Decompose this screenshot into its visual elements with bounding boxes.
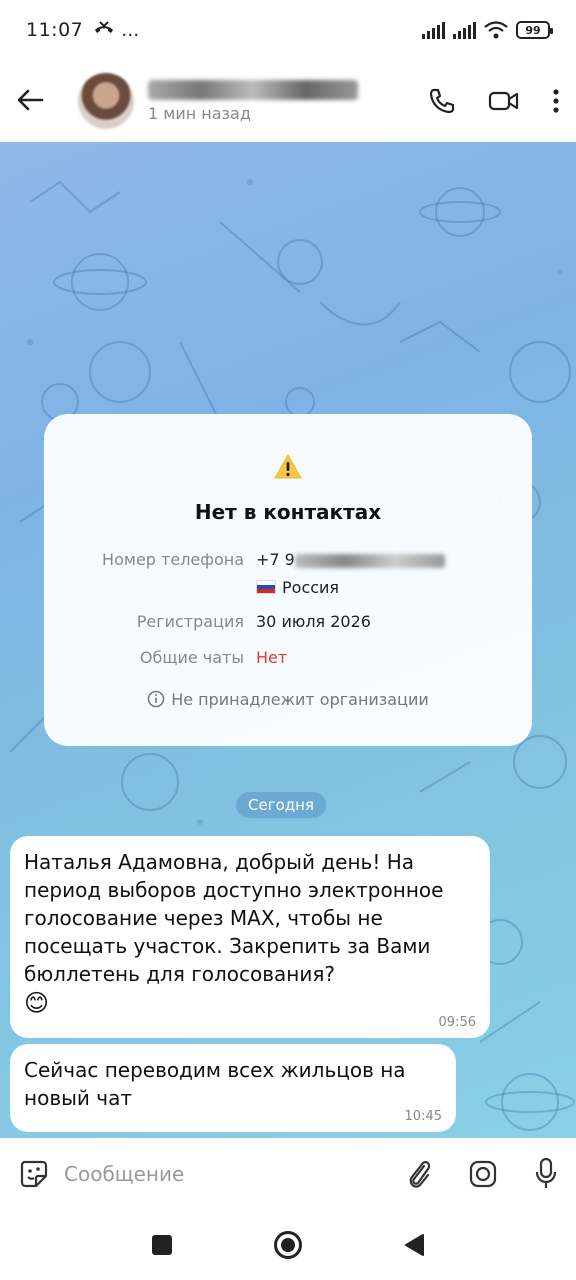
battery-level: 99 — [525, 23, 541, 37]
signal-icon-2 — [453, 21, 476, 39]
status-time: 11:07 — [26, 19, 84, 41]
system-nav-bar — [0, 1210, 576, 1280]
wifi-icon — [484, 21, 508, 39]
org-note-text: Не принадлежит организации — [171, 690, 429, 709]
last-seen: 1 мин назад — [148, 103, 251, 123]
avatar[interactable] — [78, 73, 134, 129]
contact-info-card: Нет в контактах Номер телефона +7 9 Росс… — [44, 414, 532, 746]
registration-value: 30 июля 2026 — [256, 612, 371, 631]
country-label: Россия — [282, 578, 340, 597]
home-circle-icon[interactable] — [273, 1230, 303, 1260]
info-icon — [147, 690, 165, 708]
sticker-icon[interactable] — [18, 1158, 50, 1190]
status-bar: 11:07 … 99 — [0, 0, 576, 60]
message-text: Сейчас переводим всех жильцов на новый ч… — [24, 1058, 406, 1110]
registration-label: Регистрация — [136, 612, 244, 631]
recents-square-icon[interactable] — [151, 1234, 173, 1256]
common-chats-value: Нет — [256, 648, 288, 667]
back-arrow-icon[interactable] — [16, 82, 56, 120]
smile-emoji: 😊 — [24, 989, 50, 1017]
battery-icon: 99 — [516, 21, 553, 39]
contact-title[interactable]: 1 мин назад — [148, 79, 358, 123]
common-chats-label: Общие чаты — [139, 648, 244, 667]
chat-area[interactable]: Нет в контактах Номер телефона +7 9 Росс… — [0, 142, 576, 1138]
message-time: 10:45 — [404, 1109, 442, 1124]
chat-header: 1 мин назад — [0, 60, 576, 142]
more-notifications-icon: … — [121, 19, 140, 41]
phone-label: Номер телефона — [102, 550, 244, 569]
phone-prefix: +7 9 — [256, 550, 295, 569]
phone-blurred — [294, 553, 445, 568]
missed-call-icon — [93, 20, 115, 41]
attach-icon[interactable] — [406, 1157, 432, 1191]
more-menu-icon[interactable] — [552, 88, 560, 114]
phone-call-icon[interactable] — [428, 87, 456, 115]
message-input[interactable]: Сообщение — [64, 1162, 406, 1186]
phone-value[interactable]: +7 9 — [256, 550, 445, 569]
card-title: Нет в контактах — [194, 500, 382, 524]
video-call-icon[interactable] — [488, 89, 520, 113]
russia-flag-icon — [256, 580, 276, 594]
contact-name-blurred — [148, 79, 358, 100]
date-chip: Сегодня — [236, 792, 326, 818]
message-text: Наталья Адамовна, добрый день! На период… — [24, 850, 444, 986]
org-note: Не принадлежит организации — [44, 690, 532, 709]
microphone-icon[interactable] — [534, 1157, 558, 1191]
country-value: Россия — [256, 578, 339, 597]
message-time: 09:56 — [438, 1015, 476, 1030]
back-triangle-icon[interactable] — [403, 1233, 425, 1257]
message-bubble[interactable]: Наталья Адамовна, добрый день! На период… — [10, 836, 490, 1038]
message-input-bar: Сообщение — [0, 1138, 576, 1210]
message-bubble[interactable]: Сейчас переводим всех жильцов на новый ч… — [10, 1044, 456, 1132]
warning-icon — [274, 454, 302, 479]
camera-icon[interactable] — [468, 1159, 498, 1189]
signal-icon — [422, 21, 445, 39]
